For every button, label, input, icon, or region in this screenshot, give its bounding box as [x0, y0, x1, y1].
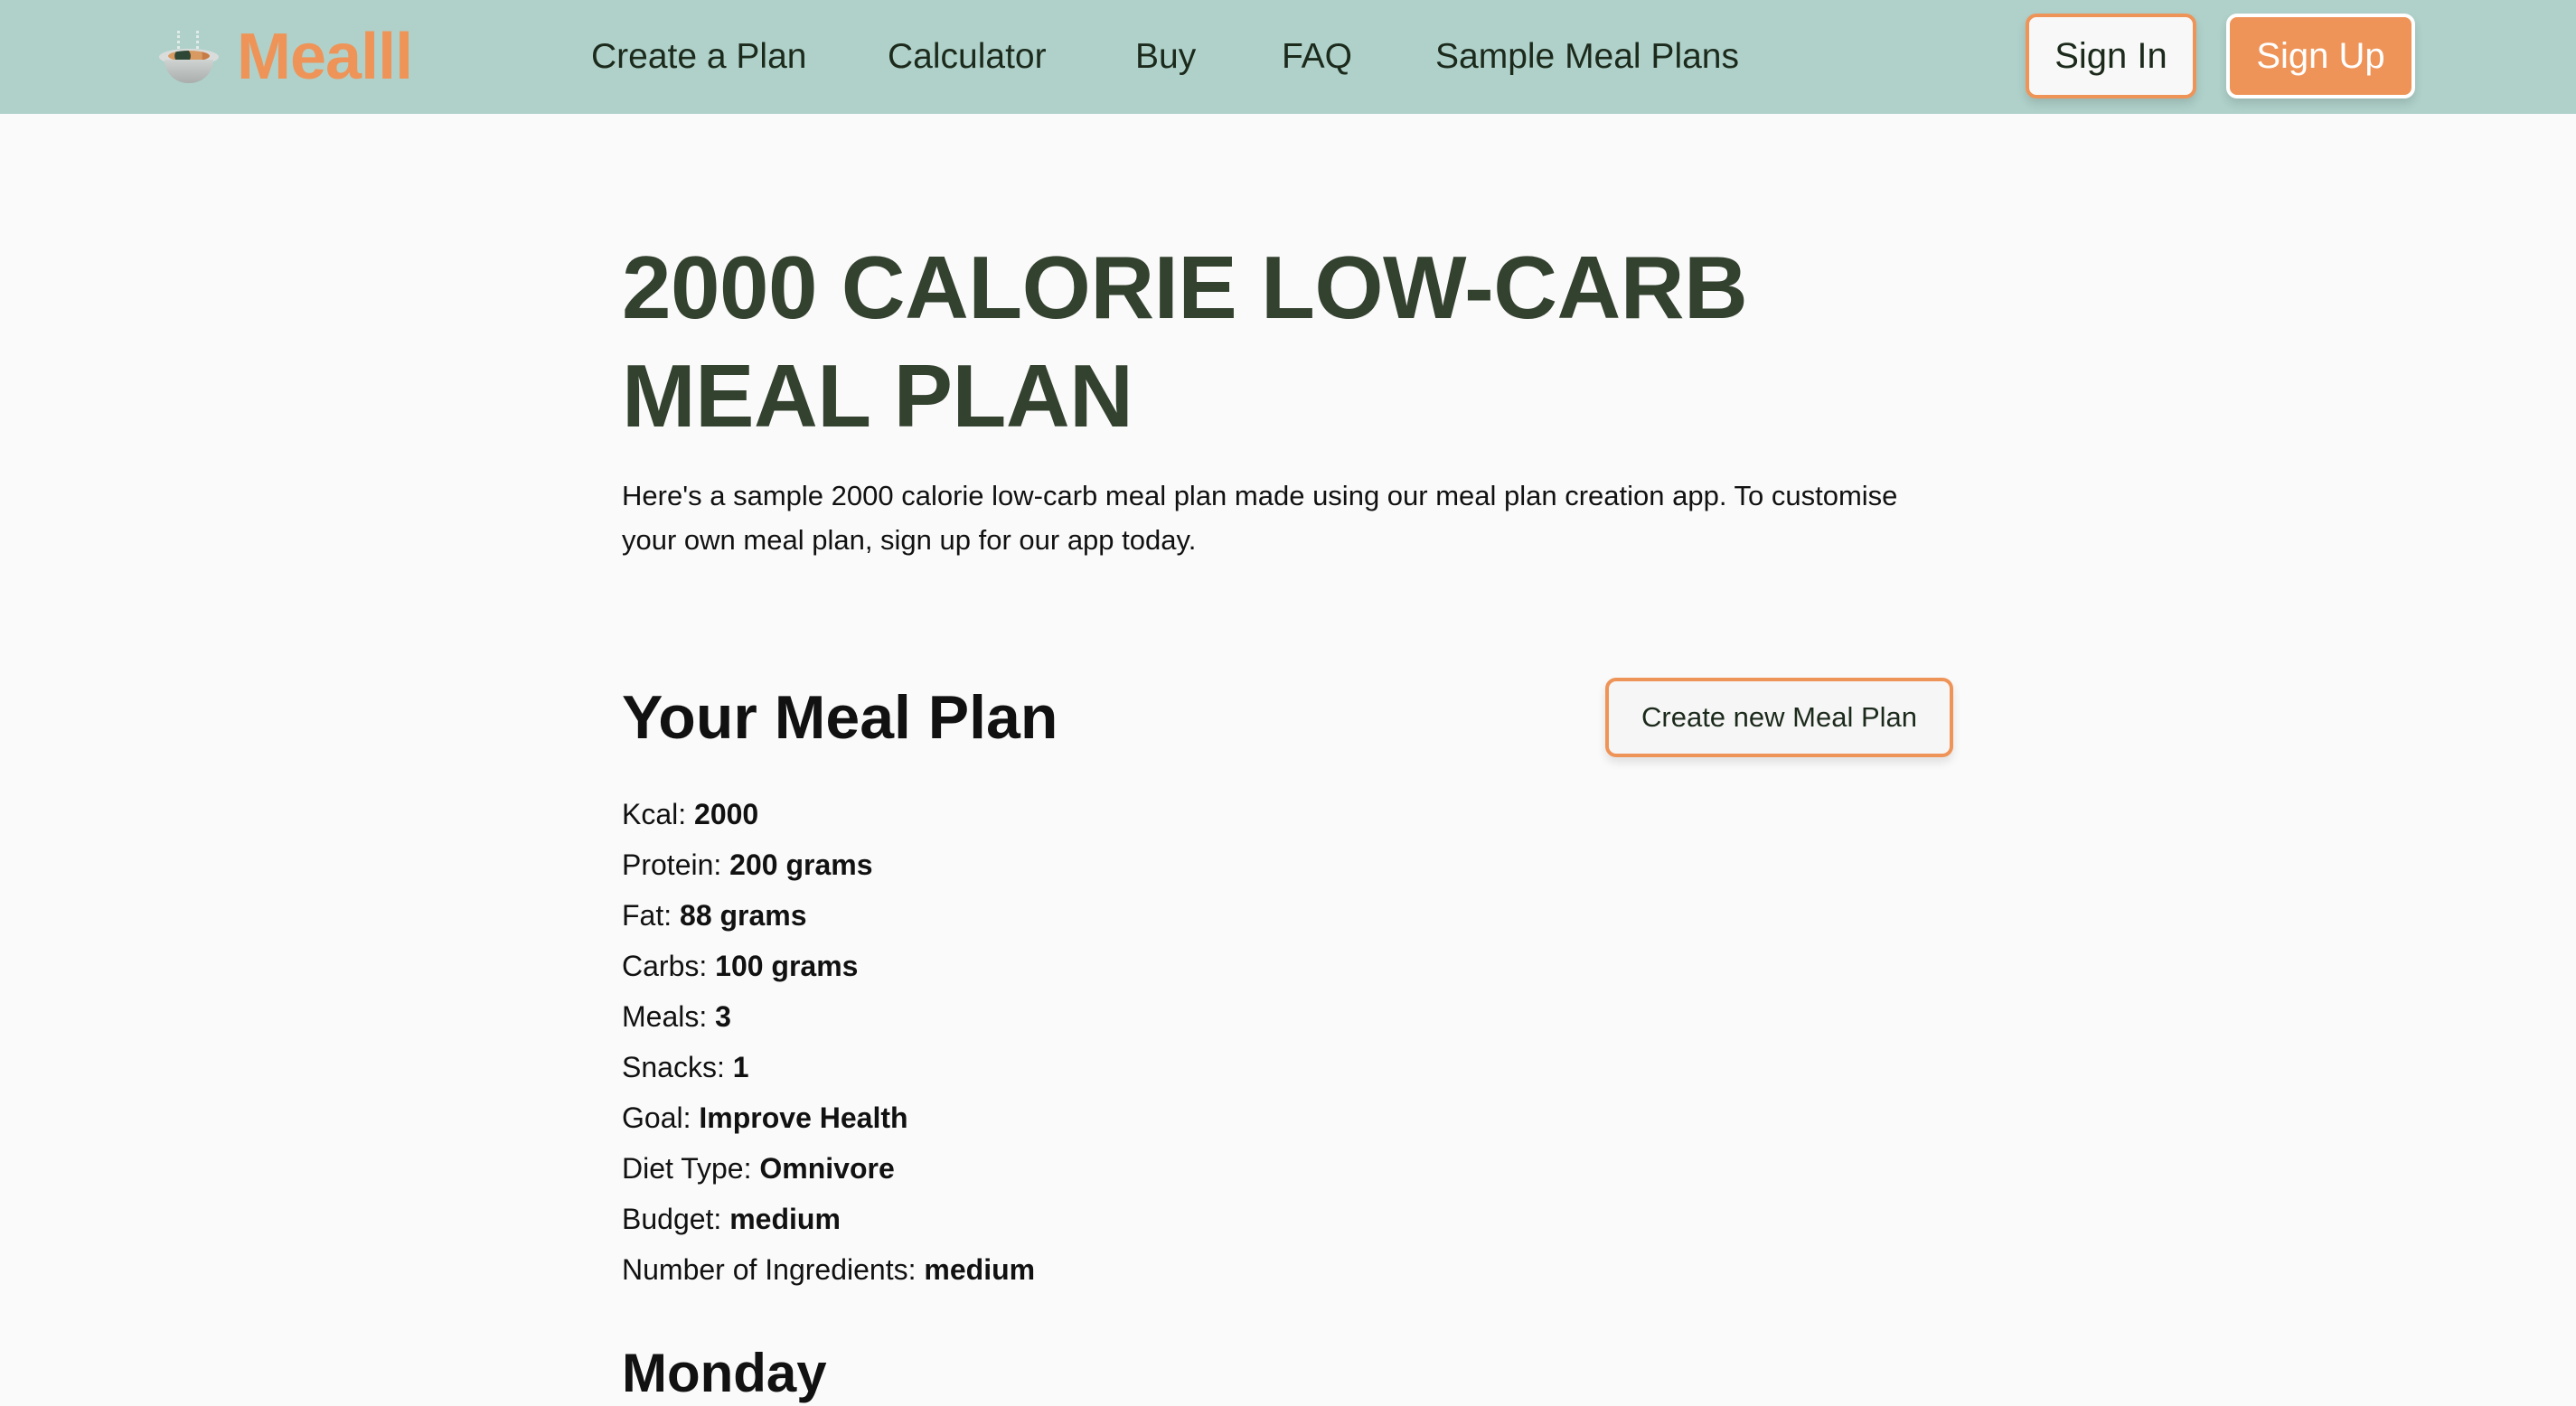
nav-calculator[interactable]: Calculator [888, 36, 1047, 78]
stat-goal: Goal: Improve Health [622, 1092, 1035, 1143]
stat-value: Improve Health [699, 1101, 908, 1134]
top-navigation-bar: Mealll Create a Plan Calculator Buy FAQ … [0, 0, 2576, 114]
day-heading-monday: Monday [622, 1343, 827, 1403]
stat-diet-type: Diet Type: Omnivore [622, 1143, 1035, 1194]
stat-label: Fat: [622, 899, 672, 932]
brand-logo[interactable]: Mealll [155, 20, 413, 94]
stat-kcal: Kcal: 2000 [622, 789, 1035, 839]
stat-snacks: Snacks: 1 [622, 1042, 1035, 1092]
stat-label: Goal: [622, 1101, 691, 1134]
stat-value: medium [729, 1203, 841, 1235]
stat-carbs: Carbs: 100 grams [622, 941, 1035, 991]
intro-text: Here's a sample 2000 calorie low-carb me… [622, 480, 1898, 556]
sign-up-button[interactable]: Sign Up [2226, 14, 2415, 98]
stat-label: Protein: [622, 848, 722, 881]
stat-value: 1 [732, 1051, 749, 1083]
stat-value: 200 grams [729, 848, 873, 881]
stat-meals: Meals: 3 [622, 991, 1035, 1042]
create-new-meal-plan-button[interactable]: Create new Meal Plan [1605, 678, 1953, 757]
nav-faq[interactable]: FAQ [1282, 36, 1352, 78]
brand-name: Mealll [237, 21, 413, 93]
stat-budget: Budget: medium [622, 1194, 1035, 1244]
meal-plan-heading: Your Meal Plan [622, 683, 1058, 752]
stat-label: Snacks: [622, 1051, 725, 1083]
stat-protein: Protein: 200 grams [622, 839, 1035, 890]
nav-sample-meal-plans[interactable]: Sample Meal Plans [1435, 36, 1739, 78]
soup-bowl-icon [155, 27, 224, 87]
stat-label: Carbs: [622, 950, 708, 982]
stat-label: Diet Type: [622, 1152, 752, 1185]
stat-value: Omnivore [759, 1152, 895, 1185]
stat-value: medium [924, 1253, 1036, 1286]
stat-label: Number of Ingredients: [622, 1253, 917, 1286]
stat-value: 2000 [694, 798, 759, 830]
stat-value: 100 grams [715, 950, 859, 982]
stat-label: Kcal: [622, 798, 687, 830]
sign-in-button[interactable]: Sign In [2026, 14, 2196, 98]
stat-value: 88 grams [680, 899, 807, 932]
stat-label: Budget: [622, 1203, 722, 1235]
stat-fat: Fat: 88 grams [622, 890, 1035, 941]
nav-create-a-plan[interactable]: Create a Plan [591, 36, 806, 78]
stat-value: 3 [715, 1000, 731, 1033]
nav-buy[interactable]: Buy [1135, 36, 1196, 78]
stat-number-of-ingredients: Number of Ingredients: medium [622, 1244, 1035, 1295]
stat-label: Meals: [622, 1000, 708, 1033]
page-title: 2000 CALORIE LOW-CARB MEAL PLAN [622, 238, 1748, 445]
meal-plan-stats: Kcal: 2000 Protein: 200 grams Fat: 88 gr… [622, 789, 1035, 1295]
